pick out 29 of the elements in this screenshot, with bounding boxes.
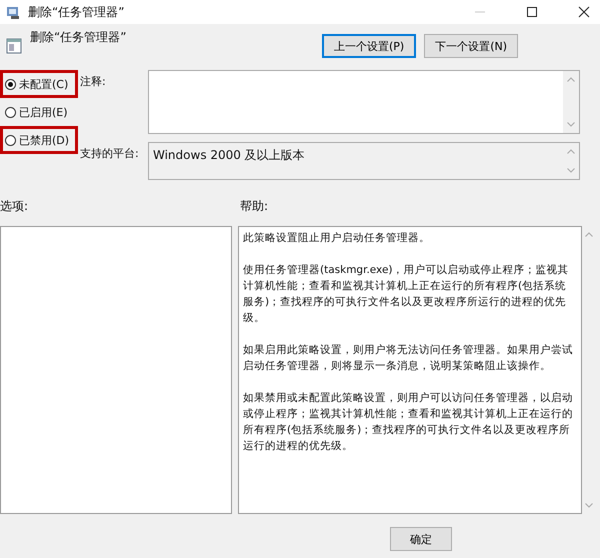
close-icon[interactable] xyxy=(578,6,590,18)
radio-label[interactable]: 未配置(C) xyxy=(19,76,68,92)
scroll-down-icon xyxy=(567,122,575,127)
scroll-up-icon xyxy=(567,77,575,82)
radio-button[interactable] xyxy=(5,78,16,90)
window-title: 删除“任务管理器” xyxy=(28,4,124,20)
section-label: 帮助: xyxy=(240,198,268,214)
radio-label[interactable]: 已禁用(D) xyxy=(19,132,70,148)
scroll-down-icon xyxy=(567,168,575,173)
maximize-icon[interactable] xyxy=(526,6,538,18)
radio-button[interactable] xyxy=(5,134,16,146)
scroll-up-icon xyxy=(567,149,575,154)
help-paragraph: 如果禁用或未配置此策略设置，则用户可以访问任务管理器，以启动或停止程序；监视其计算机性能；查看和监视其计算机上正在运行的所有程序(包括系统服务)；查找程序的可执行文件名以及更改程序所运行的进程的优先级。 xyxy=(243,391,574,454)
section-label: 选项: xyxy=(0,198,30,214)
nav-button[interactable]: 上一个设置(P) xyxy=(322,34,416,58)
help-paragraph: 如果启用此策略设置，则用户将无法访问任务管理器。如果用户尝试启动任务管理器，则将显示一条消息，说明某策略阻止该操作。 xyxy=(243,343,574,374)
radio-label[interactable]: 已启用(E) xyxy=(19,104,68,120)
policy-title: 删除“任务管理器” xyxy=(30,28,126,46)
nav-button[interactable]: 下一个设置(N) xyxy=(424,34,518,58)
ok-button[interactable]: 确定 xyxy=(390,527,452,551)
platform-value: Windows 2000 及以上版本 xyxy=(152,147,306,164)
comment-field[interactable] xyxy=(148,70,580,134)
help-paragraph: 使用任务管理器(taskmgr.exe)，用户可以启动或停止程序；监视其计算机性能；查看和监视其计算机上正在运行的所有程序(包括系统服务)；查找程序的可执行文件名以及更改程序所运行的进程的优先级。 xyxy=(243,263,570,326)
scroll-down-icon xyxy=(585,503,593,508)
scroll-up-icon xyxy=(585,232,593,237)
radio-button[interactable] xyxy=(5,106,16,118)
help-paragraph: 此策略设置阻止用户启动任务管理器。 xyxy=(243,231,431,246)
field-label: 支持的平台: xyxy=(80,146,140,162)
field-label: 注释: xyxy=(80,74,107,90)
